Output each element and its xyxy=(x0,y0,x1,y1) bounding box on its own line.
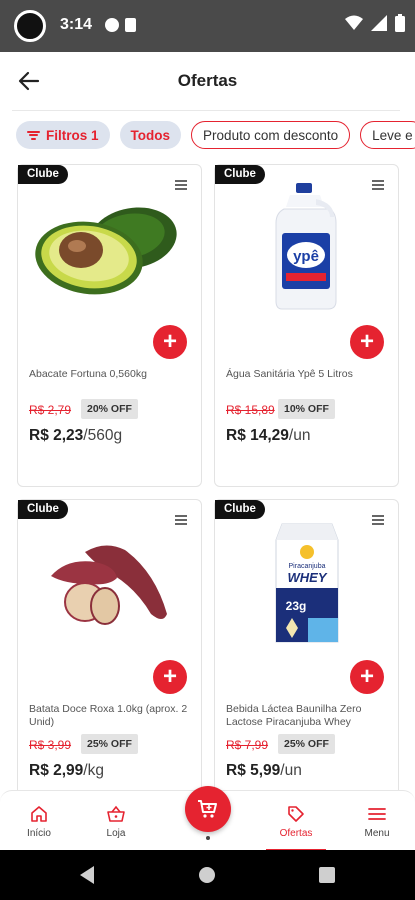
nav-inicio[interactable]: Início xyxy=(9,791,69,851)
product-name: Bebida Láctea Baunilha Zero Lactose Pira… xyxy=(226,703,362,728)
product-image: Piracanjuba WHEY 23g xyxy=(215,514,398,649)
product-image xyxy=(18,514,201,649)
product-card[interactable]: Clube + Abacate Fortuna 0,560kg R$ 2,79 … xyxy=(17,164,202,487)
price: R$ 5,99/un xyxy=(226,762,302,780)
system-home-icon[interactable] xyxy=(199,867,215,883)
filters-button[interactable]: Filtros 1 xyxy=(16,121,110,149)
sweet-potato-image xyxy=(50,544,167,625)
chip-leve-e[interactable]: Leve e xyxy=(360,121,415,149)
cart-button[interactable] xyxy=(185,786,231,832)
add-to-cart-button[interactable]: + xyxy=(153,325,187,359)
cart-icon xyxy=(198,800,217,818)
discount-badge: 10% OFF xyxy=(278,399,335,419)
old-price: R$ 3,99 xyxy=(29,738,72,752)
product-name: Batata Doce Roxa 1.0kg (aprox. 2 Unid) xyxy=(29,703,188,728)
status-time: 3:14 xyxy=(60,16,93,33)
nav-ofertas[interactable]: Ofertas xyxy=(266,791,326,851)
app-header: Ofertas xyxy=(0,52,415,110)
whey-carton-image: Piracanjuba WHEY 23g xyxy=(275,523,338,642)
add-to-cart-button[interactable]: + xyxy=(350,660,384,694)
price: R$ 14,29/un xyxy=(226,427,310,445)
bleach-bottle-image: ypê xyxy=(275,182,336,309)
cart-indicator-dot xyxy=(206,836,210,840)
svg-text:Piracanjuba: Piracanjuba xyxy=(288,563,325,570)
svg-text:WHEY: WHEY xyxy=(287,570,327,585)
menu-icon xyxy=(368,808,386,820)
discount-badge: 20% OFF xyxy=(81,399,138,419)
svg-text:23g: 23g xyxy=(285,599,306,613)
product-card[interactable]: Clube + Batata Doce Roxa 1.0kg (aprox. 2… xyxy=(17,499,202,799)
price-unit: /560g xyxy=(83,427,123,444)
product-card[interactable]: Clube ypê + Água Sanitária Ypê 5 Litros … xyxy=(214,164,399,487)
price: R$ 2,99/kg xyxy=(29,762,104,780)
system-back-icon[interactable] xyxy=(80,866,94,884)
price-unit: /kg xyxy=(83,762,104,779)
filter-icon xyxy=(27,130,40,140)
old-price: R$ 7,99 xyxy=(226,738,269,752)
chip-todos[interactable]: Todos xyxy=(119,121,182,149)
home-icon xyxy=(31,806,47,822)
nav-label: Menu xyxy=(364,828,390,839)
price-unit: /un xyxy=(288,427,311,444)
system-recents-icon[interactable] xyxy=(319,867,335,883)
price-value: R$ 14,29 xyxy=(226,427,289,444)
system-nav-bar xyxy=(0,850,415,900)
nav-label: Início xyxy=(27,828,51,839)
camera-icon xyxy=(14,10,46,42)
price-value: R$ 5,99 xyxy=(226,762,281,779)
chip-produto-com-desconto[interactable]: Produto com desconto xyxy=(191,121,351,149)
product-image: ypê xyxy=(215,179,398,314)
signal-icon xyxy=(371,15,387,31)
svg-text:ypê: ypê xyxy=(293,248,319,265)
filters-count: 1 xyxy=(91,127,99,143)
product-card[interactable]: Clube Piracanjuba WHEY 23g + Bebida Láct… xyxy=(214,499,399,799)
nav-label: Loja xyxy=(106,828,126,839)
nav-loja[interactable]: Loja xyxy=(86,791,146,851)
notification-icon xyxy=(105,18,119,32)
old-price: R$ 2,79 xyxy=(29,403,72,417)
product-image xyxy=(18,179,201,314)
nav-label: Ofertas xyxy=(279,828,313,839)
price-value: R$ 2,99 xyxy=(29,762,84,779)
price-value: R$ 2,23 xyxy=(29,427,84,444)
product-name: Abacate Fortuna 0,560kg xyxy=(29,368,147,380)
product-name: Água Sanitária Ypê 5 Litros xyxy=(226,368,353,380)
status-bar: 3:14 xyxy=(0,0,415,52)
header-divider xyxy=(12,110,400,111)
filters-label: Filtros xyxy=(46,127,88,143)
discount-badge: 25% OFF xyxy=(278,734,335,754)
price-unit: /un xyxy=(280,762,302,779)
nav-menu[interactable]: Menu xyxy=(347,791,407,851)
page-title: Ofertas xyxy=(177,71,238,90)
discount-badge: 25% OFF xyxy=(81,734,138,754)
old-price: R$ 15,89 xyxy=(226,403,275,417)
avocado-image xyxy=(34,206,177,294)
filter-chips: Filtros 1 Todos Produto com desconto Lev… xyxy=(16,121,415,149)
wifi-icon xyxy=(345,15,363,30)
basket-icon xyxy=(107,805,125,822)
sim-icon xyxy=(125,18,136,32)
price: R$ 2,23/560g xyxy=(29,427,122,445)
add-to-cart-button[interactable]: + xyxy=(350,325,384,359)
add-to-cart-button[interactable]: + xyxy=(153,660,187,694)
battery-icon xyxy=(395,14,405,32)
tag-icon xyxy=(288,806,304,822)
